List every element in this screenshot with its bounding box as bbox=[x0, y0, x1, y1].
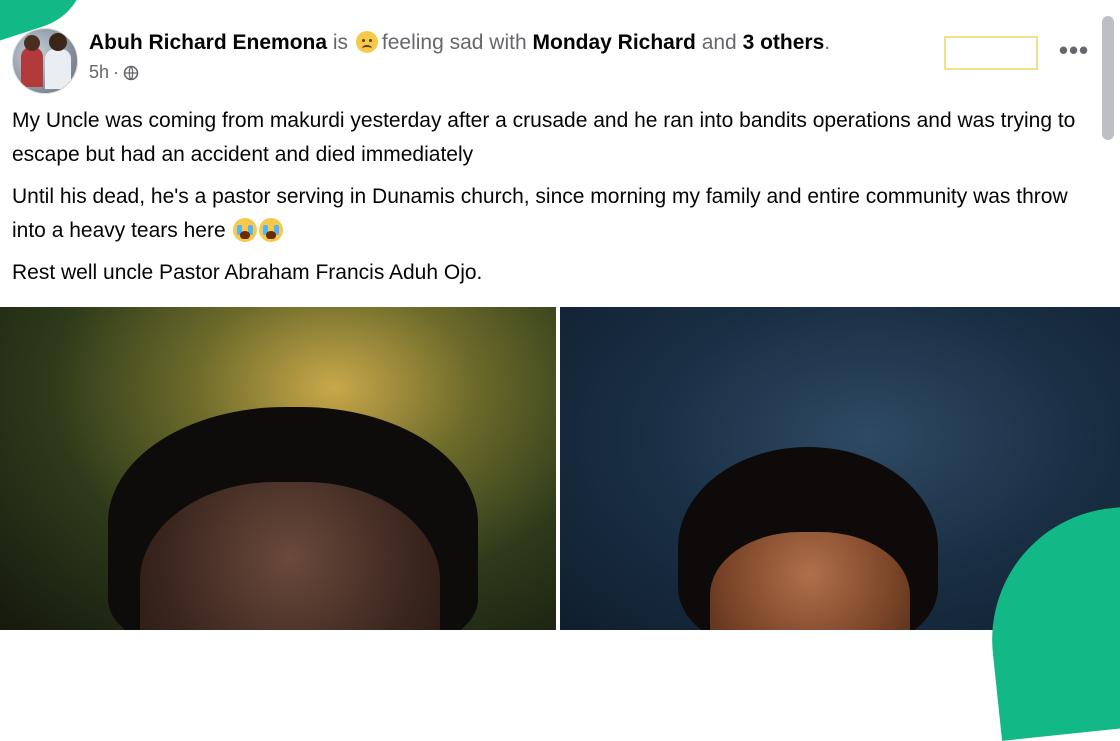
period-text: . bbox=[824, 31, 831, 54]
author-avatar[interactable] bbox=[12, 28, 78, 94]
post-paragraph-3: Rest well uncle Pastor Abraham Francis A… bbox=[12, 261, 483, 284]
loudly-crying-emoji-icon bbox=[233, 218, 258, 242]
author-line: Abuh Richard Enemona is feeling sad with… bbox=[89, 30, 830, 56]
post-header: Abuh Richard Enemona is feeling sad with… bbox=[0, 0, 1120, 140]
post-photos bbox=[0, 307, 1120, 630]
is-text: is bbox=[332, 31, 349, 54]
post-time[interactable]: 5h bbox=[89, 62, 109, 83]
post-text: My Uncle was coming from makurdi yesterd… bbox=[12, 104, 1102, 298]
post-paragraph-2-text: Until his dead, he's a pastor serving in… bbox=[12, 185, 1068, 242]
author-name[interactable]: Abuh Richard Enemona bbox=[89, 31, 327, 54]
post-meta: 5h · bbox=[89, 62, 139, 83]
highlight-box bbox=[944, 36, 1038, 70]
more-options-button[interactable]: ••• bbox=[1052, 37, 1096, 68]
meta-separator: · bbox=[113, 62, 120, 82]
feeling-text: feeling sad with bbox=[381, 31, 527, 54]
others-link[interactable]: 3 others bbox=[743, 31, 825, 54]
post-paragraph-2: Until his dead, he's a pastor serving in… bbox=[12, 180, 1102, 248]
tagged-person-link[interactable]: Monday Richard bbox=[533, 31, 696, 54]
and-text: and bbox=[701, 31, 737, 54]
loudly-crying-emoji-icon bbox=[259, 218, 284, 242]
scrollbar[interactable] bbox=[1102, 16, 1114, 140]
post-paragraph-1: My Uncle was coming from makurdi yesterd… bbox=[12, 109, 1076, 166]
photo-left[interactable] bbox=[0, 307, 556, 630]
sad-face-emoji-icon bbox=[355, 31, 378, 53]
globe-icon bbox=[123, 65, 139, 80]
